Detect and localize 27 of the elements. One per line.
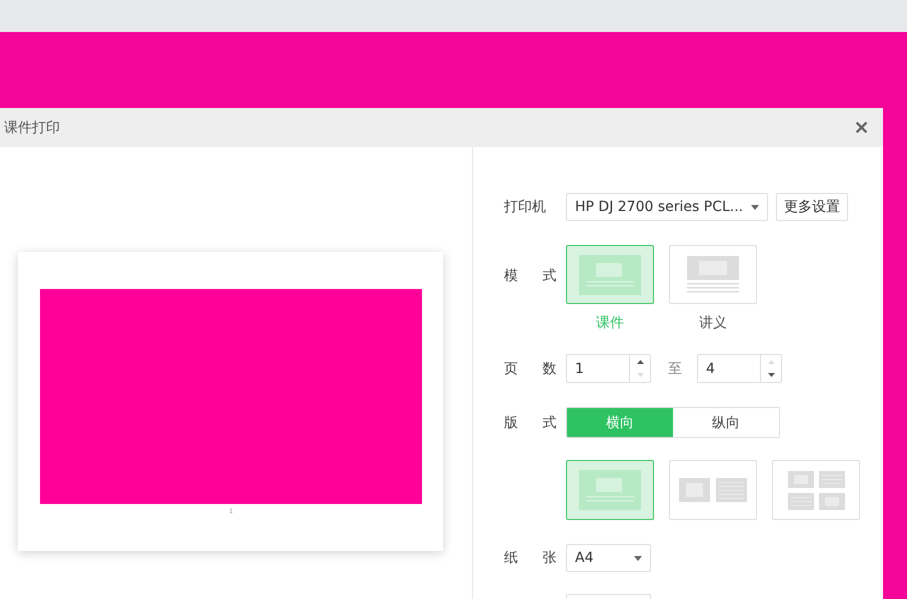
layout-option[interactable] <box>566 460 654 520</box>
mode-label: 课件 <box>596 314 624 332</box>
up-arrow-icon <box>768 360 774 364</box>
four-page-layout-icon <box>788 470 844 510</box>
paper-select[interactable]: A4 <box>566 544 651 572</box>
slide-layout-icon <box>579 254 641 294</box>
mode-option[interactable] <box>669 245 757 304</box>
layout-option[interactable] <box>772 460 860 520</box>
down-arrow-icon <box>636 373 644 378</box>
caret-icon <box>751 204 759 210</box>
more-settings-button[interactable]: 更多设置 <box>776 193 848 221</box>
up-arrow-icon <box>636 360 644 364</box>
printer-select[interactable]: HP DJ 2700 series PCL... <box>566 193 768 221</box>
range-separator: 至 <box>668 360 682 378</box>
mode-option[interactable] <box>566 245 654 304</box>
close-button[interactable]: ✕ <box>854 116 869 138</box>
page-number-field[interactable]: 4 <box>697 354 782 383</box>
two-page-layout-icon <box>679 478 747 502</box>
field-label: 打印机 <box>504 198 547 216</box>
mode-label: 讲义 <box>699 314 727 332</box>
slide-layout-icon <box>579 470 641 510</box>
layout-option[interactable] <box>669 460 757 520</box>
caret-icon <box>634 556 642 560</box>
handout-layout-icon <box>687 256 739 294</box>
down-arrow-icon <box>768 373 774 378</box>
page-number-field[interactable]: 1 <box>566 354 651 383</box>
dialog-title: 课件打印 <box>4 118 60 136</box>
